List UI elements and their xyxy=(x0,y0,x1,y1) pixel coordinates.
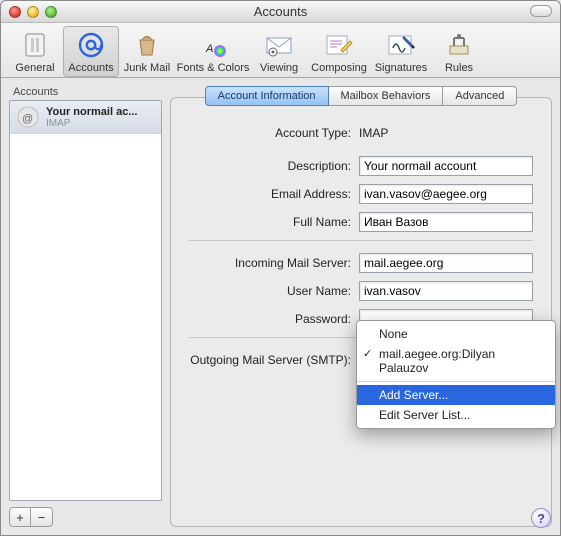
toolbar-item-viewing[interactable]: Viewing xyxy=(251,26,307,77)
smtp-menu: None mail.aegee.org:Dilyan Palauzov Add … xyxy=(356,320,556,429)
label-username: User Name: xyxy=(189,284,359,298)
main-area: Account Information Mailbox Behaviors Ad… xyxy=(170,86,552,527)
toolbar-item-accounts[interactable]: Accounts xyxy=(63,26,119,77)
label-description: Description: xyxy=(189,159,359,173)
toolbar-label: Accounts xyxy=(68,62,113,74)
label-incoming: Incoming Mail Server: xyxy=(189,256,359,270)
smtp-menu-item-edit-list[interactable]: Edit Server List... xyxy=(357,405,555,425)
label-password: Password: xyxy=(189,312,359,326)
label-fullname: Full Name: xyxy=(189,215,359,229)
at-icon xyxy=(75,29,107,61)
preferences-toolbar: General Accounts Junk Mail A Fonts & Col… xyxy=(1,23,560,78)
trashbag-icon xyxy=(131,29,163,61)
add-remove-buttons: + − xyxy=(9,507,162,527)
tab-account-information[interactable]: Account Information xyxy=(205,86,329,106)
fullname-input[interactable] xyxy=(359,212,533,232)
toolbar-label: Rules xyxy=(445,62,473,74)
add-account-button[interactable]: + xyxy=(9,507,31,527)
toolbar-item-rules[interactable]: Rules xyxy=(431,26,487,77)
incoming-server-input[interactable] xyxy=(359,253,533,273)
sidebar-heading: Accounts xyxy=(13,86,162,98)
switch-icon xyxy=(19,29,51,61)
toolbar-item-general[interactable]: General xyxy=(7,26,63,77)
toolbar-label: Fonts & Colors xyxy=(177,62,250,74)
value-account-type: IMAP xyxy=(359,126,388,140)
toolbar-label: Composing xyxy=(311,62,367,74)
email-input[interactable] xyxy=(359,184,533,204)
toolbar-item-fonts-colors[interactable]: A Fonts & Colors xyxy=(175,26,251,77)
toolbar-label: Viewing xyxy=(260,62,298,74)
label-smtp: Outgoing Mail Server (SMTP): xyxy=(189,353,359,367)
username-input[interactable] xyxy=(359,281,533,301)
compose-icon xyxy=(323,29,355,61)
toolbar-toggle-pill[interactable] xyxy=(530,5,552,17)
smtp-menu-item-add-server[interactable]: Add Server... xyxy=(357,385,555,405)
toolbar-label: General xyxy=(15,62,54,74)
window-title: Accounts xyxy=(1,4,560,19)
account-title: Your normail ac... xyxy=(46,106,138,118)
rules-icon xyxy=(443,29,475,61)
smtp-menu-item-none[interactable]: None xyxy=(357,324,555,344)
row-incoming: Incoming Mail Server: xyxy=(189,253,533,273)
row-email: Email Address: xyxy=(189,184,533,204)
account-subtitle: IMAP xyxy=(46,118,138,129)
account-row-text: Your normail ac... IMAP xyxy=(46,106,138,129)
tabs: Account Information Mailbox Behaviors Ad… xyxy=(170,86,552,106)
row-account-type: Account Type: IMAP xyxy=(189,126,533,140)
description-input[interactable] xyxy=(359,156,533,176)
sidebar: Accounts @ Your normail ac... IMAP + − xyxy=(9,86,162,527)
row-fullname: Full Name: xyxy=(189,212,533,232)
titlebar: Accounts xyxy=(1,1,560,23)
account-row[interactable]: @ Your normail ac... IMAP xyxy=(10,101,161,134)
toolbar-item-signatures[interactable]: Signatures xyxy=(371,26,431,77)
at-icon: @ xyxy=(16,105,40,129)
envelope-eye-icon xyxy=(263,29,295,61)
row-smtp: Outgoing Mail Server (SMTP): ▲▼ None mai… xyxy=(189,350,533,370)
remove-account-button[interactable]: − xyxy=(31,507,53,527)
smtp-menu-item-server[interactable]: mail.aegee.org:Dilyan Palauzov xyxy=(357,344,555,378)
toolbar-item-junk[interactable]: Junk Mail xyxy=(119,26,175,77)
label-email: Email Address: xyxy=(189,187,359,201)
separator xyxy=(189,240,533,241)
toolbar-label: Signatures xyxy=(375,62,428,74)
help-button[interactable]: ? xyxy=(531,508,551,528)
body: Accounts @ Your normail ac... IMAP + − xyxy=(1,78,560,535)
toolbar-item-composing[interactable]: Composing xyxy=(307,26,371,77)
svg-text:@: @ xyxy=(22,113,33,125)
row-username: User Name: xyxy=(189,281,533,301)
svg-text:A: A xyxy=(205,43,213,55)
tab-mailbox-behaviors[interactable]: Mailbox Behaviors xyxy=(329,86,444,106)
tab-advanced[interactable]: Advanced xyxy=(443,86,517,106)
account-info-panel: Account Type: IMAP Description: Email Ad… xyxy=(170,97,552,527)
row-description: Description: xyxy=(189,156,533,176)
fonts-colors-icon: A xyxy=(197,29,229,61)
accounts-list[interactable]: @ Your normail ac... IMAP xyxy=(9,100,162,501)
toolbar-label: Junk Mail xyxy=(124,62,170,74)
signature-icon xyxy=(385,29,417,61)
label-account-type: Account Type: xyxy=(189,126,359,140)
accounts-window: Accounts General Accounts Junk Mail A xyxy=(0,0,561,536)
